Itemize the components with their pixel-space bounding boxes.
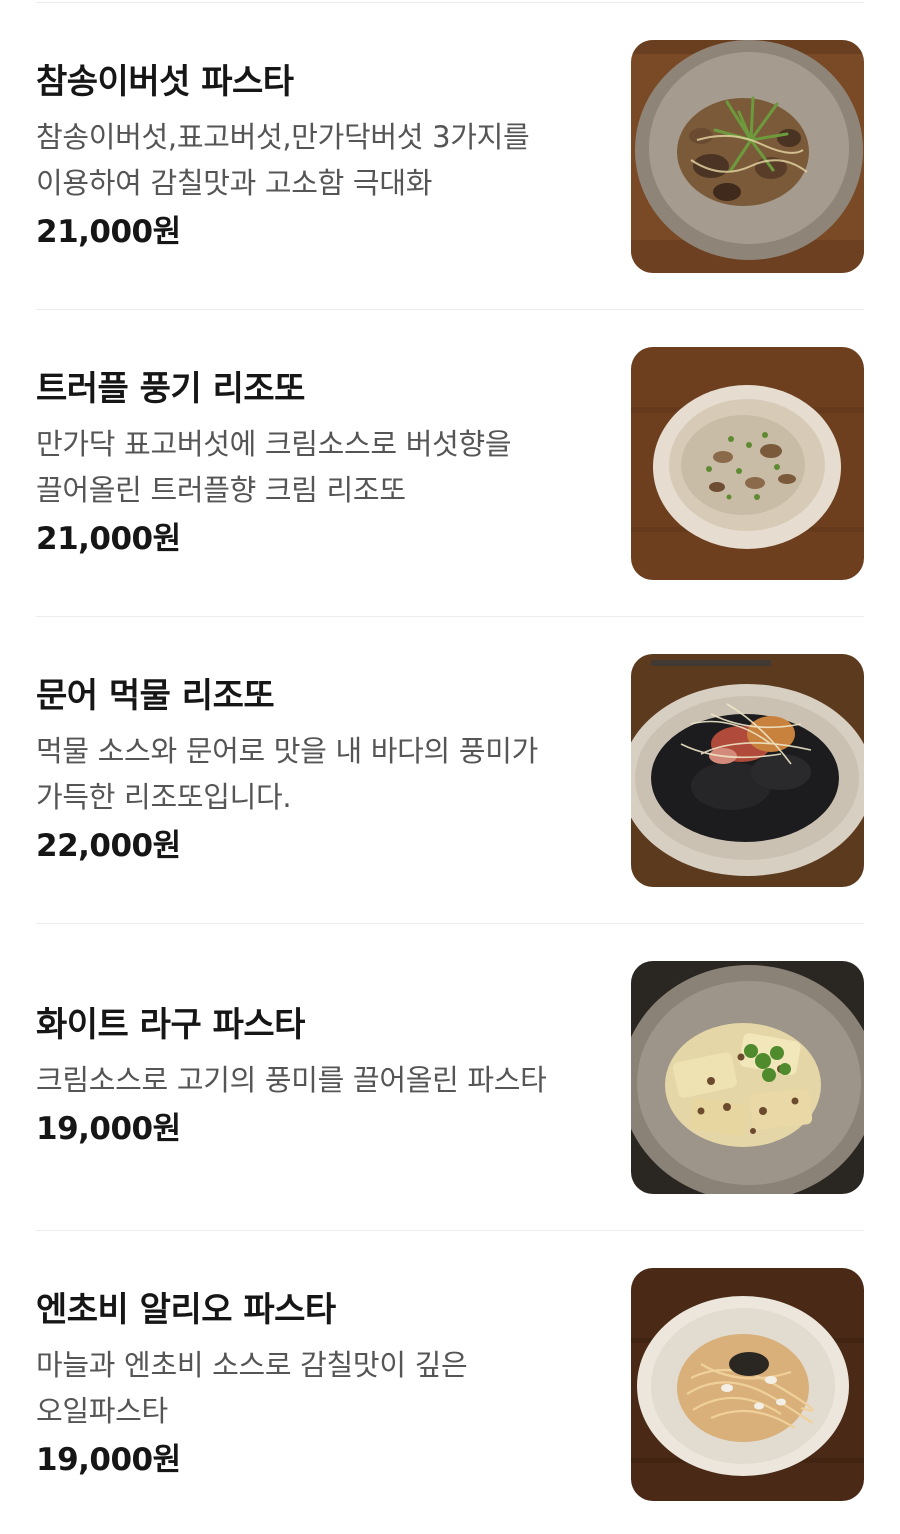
menu-item-price: 19,000원 [36,1442,181,1478]
menu-item[interactable]: 문어 먹물 리조또 먹물 소스와 문어로 맛을 내 바다의 풍미가 가득한 리조… [0,614,900,920]
menu-item-price: 21,000원 [36,214,181,250]
menu-item-description: 만가닥 표고버섯에 크림소스로 버섯향을 끌어올린 트러플향 크림 리조또 [36,427,512,507]
menu-item-price: 22,000원 [36,828,181,864]
menu-item[interactable]: 트러플 풍기 리조또 만가닥 표고버섯에 크림소스로 버섯향을 끌어올린 트러플… [0,307,900,613]
truffle-risotto-photo[interactable] [631,347,864,580]
squid-ink-risotto-photo[interactable] [631,654,864,887]
menu-item-price: 19,000원 [36,1111,181,1147]
menu-item-price: 21,000원 [36,521,181,557]
menu-item-name: 참송이버섯 파스타 [36,62,294,102]
menu-item-description: 참송이버섯,표고버섯,만가닥버섯 3가지를 이용하여 감칠맛과 고소함 극대화 [36,120,530,200]
menu-item-name: 엔초비 알리오 파스타 [36,1290,336,1330]
menu-item-description: 먹물 소스와 문어로 맛을 내 바다의 풍미가 가득한 리조또입니다. [36,734,538,814]
menu-item-description: 크림소스로 고기의 풍미를 끌어올린 파스타 [36,1063,547,1097]
menu-item[interactable]: 화이트 라구 파스타 크림소스로 고기의 풍미를 끌어올린 파스타 19,000… [0,921,900,1227]
menu-item[interactable]: 엔초비 알리오 파스타 마늘과 엔초비 소스로 감칠맛이 깊은 오일파스타 19… [0,1228,900,1534]
menu-item-name: 문어 먹물 리조또 [36,676,275,716]
mushroom-pasta-photo[interactable] [631,40,864,273]
menu-item-name: 화이트 라구 파스타 [36,1005,305,1045]
anchovy-aglio-pasta-photo[interactable] [631,1268,864,1501]
menu-item-name: 트러플 풍기 리조또 [36,369,305,409]
menu-item-description: 마늘과 엔초비 소스로 감칠맛이 깊은 오일파스타 [36,1348,468,1428]
white-ragu-pasta-photo[interactable] [631,961,864,1194]
menu-item[interactable]: 참송이버섯 파스타 참송이버섯,표고버섯,만가닥버섯 3가지를 이용하여 감칠맛… [0,0,900,306]
